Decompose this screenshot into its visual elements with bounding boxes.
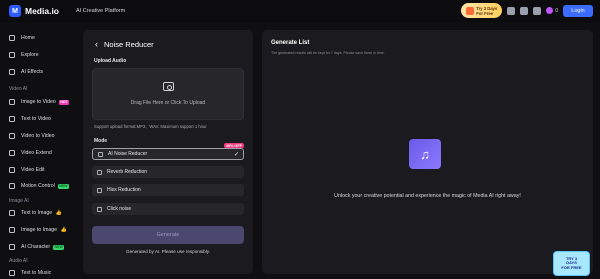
- extend-icon: [9, 150, 15, 156]
- sidebar-item-text-to-video[interactable]: Text to Video: [9, 114, 51, 124]
- text-image-icon: [9, 210, 15, 216]
- top-bar: M Media.io AI Creative Platform Try 3 Da…: [0, 0, 600, 22]
- reverb-icon: [97, 169, 102, 175]
- mode-option-hiss-reduction[interactable]: Hiss Reduction: [92, 184, 244, 196]
- sidebar-item-label: Home: [21, 35, 35, 41]
- sidebar-item-label: Text to Music: [21, 270, 52, 276]
- image-swap-icon: [9, 227, 15, 233]
- sidebar: Home Explore AI Effects Video AI Image t…: [0, 22, 78, 279]
- hot-badge: HOT: [58, 99, 70, 105]
- mode-label: Mode: [94, 138, 108, 144]
- mode-option-label: AI Noise Reducer: [108, 151, 148, 157]
- thumbs-up-icon: 👍: [55, 209, 62, 216]
- mode-option-label: Click noise: [107, 206, 132, 212]
- page-title: Noise Reducer: [104, 40, 154, 49]
- gift-icon: [466, 6, 475, 15]
- credits[interactable]: 0: [546, 7, 558, 14]
- back-arrow-icon[interactable]: ‹: [95, 40, 98, 49]
- checkmark-icon: ✓: [233, 152, 239, 158]
- credit-icon: [546, 7, 554, 14]
- logo-text: Media.io: [25, 6, 60, 16]
- sidebar-item-text-to-image[interactable]: Text to Image 👍: [9, 208, 63, 218]
- sidebar-item-label: Video Edit: [21, 167, 45, 173]
- image-video-icon: [9, 99, 15, 105]
- sidebar-item-label: Motion Control: [21, 183, 55, 189]
- click-icon: [97, 206, 102, 212]
- ai-disclaimer: Generated by AI. Please use responsibly.: [126, 249, 210, 254]
- sidebar-item-motion-control[interactable]: Motion Control NEW: [9, 181, 69, 191]
- mode-option-reverb-reduction[interactable]: Reverb Reduction: [92, 166, 244, 178]
- sidebar-item-label: Explore: [21, 52, 39, 58]
- sidebar-item-video-to-video[interactable]: Video to Video: [9, 131, 55, 141]
- mode-option-ai-noise-reducer[interactable]: AI Noise Reducer ✓ 40% OFF: [92, 143, 244, 160]
- mode-option-click-noise[interactable]: Click noise: [92, 203, 244, 215]
- discord-icon[interactable]: [507, 6, 516, 15]
- section-video-ai: Video AI: [9, 86, 28, 92]
- character-icon: [9, 244, 15, 250]
- sidebar-item-explore[interactable]: Explore: [9, 50, 39, 60]
- sidebar-item-label: Video to Video: [21, 133, 55, 139]
- upload-label: Upload Audio: [94, 58, 127, 64]
- section-image-ai: Image AI: [9, 198, 29, 204]
- gift-box-icon[interactable]: [520, 6, 529, 15]
- free-trial-promo[interactable]: Try 3 Days For Free: [461, 3, 503, 18]
- music-icon: [9, 270, 15, 276]
- sidebar-item-video-extend[interactable]: Video Extend: [9, 148, 52, 158]
- sidebar-item-image-to-image[interactable]: Image to Image 👍: [9, 225, 68, 235]
- sidebar-item-label: Video Extend: [21, 150, 52, 156]
- tool-panel: ‹ Noise Reducer Upload Audio Drag File H…: [83, 30, 253, 274]
- sidebar-item-ai-character[interactable]: AI Character NEW: [9, 242, 65, 252]
- sidebar-item-label: AI Character: [21, 244, 51, 250]
- home-icon: [9, 35, 15, 41]
- motion-icon: [9, 183, 15, 189]
- music-note-icon: ♫: [409, 139, 441, 169]
- generate-label: Generate: [156, 232, 180, 238]
- logo-icon: M: [9, 5, 21, 17]
- mode-option-label: Hiss Reduction: [107, 187, 141, 193]
- edit-icon: [9, 167, 15, 173]
- empty-state-message: Unlock your creative potential and exper…: [334, 193, 521, 199]
- upload-icon: [163, 82, 174, 91]
- sidebar-item-video-edit[interactable]: Video Edit: [9, 165, 45, 175]
- sidebar-item-ai-effects[interactable]: AI Effects: [9, 67, 43, 77]
- logo[interactable]: M Media.io: [9, 5, 59, 17]
- header-actions: Try 3 Days For Free 0 Login: [461, 3, 593, 18]
- floating-trial-promo[interactable]: TRY 3 DAYS FOR FREE: [553, 251, 590, 276]
- sidebar-item-label: Image to Video: [21, 99, 56, 105]
- sidebar-item-home[interactable]: Home: [9, 33, 35, 43]
- noise-icon: [98, 151, 103, 157]
- upload-dropzone[interactable]: Drag File Here or Click To Upload: [92, 68, 244, 120]
- promo-line1: Try 3 Days: [476, 5, 498, 11]
- login-button[interactable]: Login: [563, 4, 593, 17]
- hiss-icon: [97, 187, 102, 193]
- generate-list-subtitle: The generated results will be kept for 7…: [271, 51, 385, 55]
- generate-list-title: Generate List: [271, 40, 310, 46]
- compass-icon: [9, 52, 15, 58]
- generate-button[interactable]: Generate: [92, 226, 244, 244]
- discount-badge: 40% OFF: [223, 143, 244, 148]
- sidebar-item-text-to-music[interactable]: Text to Music: [9, 268, 51, 278]
- panel-header: ‹ Noise Reducer: [95, 40, 154, 50]
- upload-text: Drag File Here or Click To Upload: [130, 100, 206, 106]
- float-promo-line3: FOR FREE: [561, 264, 582, 270]
- platform-label[interactable]: AI Creative Platform: [76, 8, 125, 14]
- generate-list-panel: Generate List The generated results will…: [262, 30, 593, 274]
- mode-option-label: Reverb Reduction: [107, 169, 148, 175]
- text-video-icon: [9, 116, 15, 122]
- support-format-text: Support upload format:MP3、WAV. Maximum s…: [94, 124, 207, 129]
- sidebar-item-label: Image to Image: [21, 227, 58, 233]
- section-audio-ai: Audio AI: [9, 258, 28, 264]
- promo-line2: For Free: [476, 10, 494, 16]
- new-badge: NEW: [57, 183, 69, 189]
- sidebar-item-label: AI Effects: [21, 69, 44, 75]
- sidebar-item-image-to-video[interactable]: Image to Video HOT: [9, 97, 70, 107]
- thumbs-up-icon: 👍: [60, 226, 67, 233]
- notification-icon[interactable]: [533, 6, 542, 15]
- new-badge: NEW: [53, 244, 65, 250]
- sidebar-item-label: Text to Image: [21, 210, 53, 216]
- sparkle-icon: [9, 69, 15, 75]
- video-swap-icon: [9, 133, 15, 139]
- credit-count: 0: [555, 7, 558, 14]
- sidebar-item-label: Text to Video: [21, 116, 51, 122]
